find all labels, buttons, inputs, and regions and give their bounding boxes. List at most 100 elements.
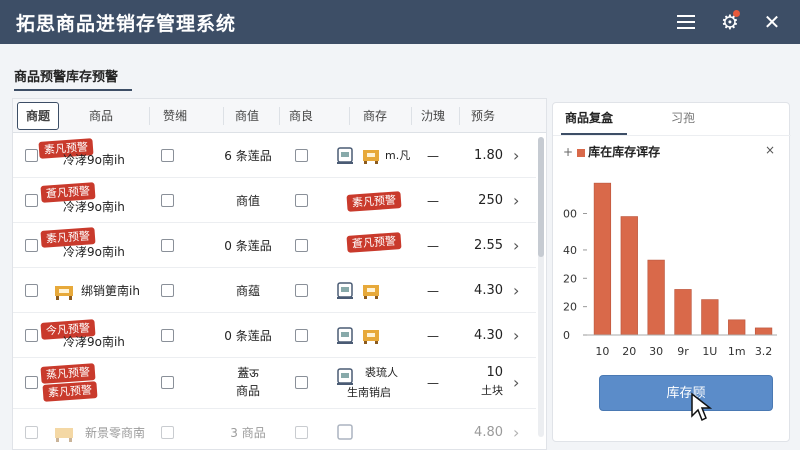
column-header-0[interactable]: 商题	[17, 102, 60, 130]
x-tick-label: 1m	[728, 345, 746, 358]
row-dash: —	[427, 149, 439, 163]
row-checkbox[interactable]	[25, 239, 38, 252]
inventory-text: m.凡	[385, 149, 411, 162]
column-header-7[interactable]: 预务	[471, 99, 495, 133]
table-row[interactable]: 新景零商南 3 商品 4.80 ›	[13, 411, 536, 449]
product-category: 商蕴	[235, 284, 260, 298]
main-panel: 商品预警库存预警 商题 商品 赞缃 商值 商良 商存 氻瑰 预务 素凡预警 冷涍…	[0, 44, 800, 450]
table-scrollbar[interactable]	[538, 137, 544, 437]
row-checkbox-2[interactable]	[161, 426, 174, 439]
row-checkbox-3[interactable]	[295, 376, 308, 389]
chart-bar[interactable]	[647, 259, 665, 336]
chevron-right-icon[interactable]: ›	[513, 361, 519, 405]
x-tick-label: 30	[649, 345, 663, 358]
row-checkbox[interactable]	[25, 284, 38, 297]
column-header-3[interactable]: 商值	[235, 99, 259, 133]
y-tick-label: 20	[563, 301, 577, 314]
scale-icon	[337, 327, 353, 344]
product-name: 冷涍9o南ih	[63, 200, 125, 214]
close-icon[interactable]: ✕	[756, 6, 788, 38]
y-tick-label: 0	[563, 329, 570, 342]
table-row[interactable]: 素凡预警 冷涍9o南ih 0 条莲品 蒼凡预警 — 2.55 ›	[13, 224, 536, 268]
warning-badge-2: 素凡预警	[42, 381, 98, 402]
scale-icon	[337, 147, 353, 164]
box-icon	[363, 285, 379, 299]
chart-bar[interactable]	[754, 327, 773, 336]
row-checkbox-3[interactable]	[295, 194, 308, 207]
scrollbar-thumb[interactable]	[538, 137, 544, 257]
row-checkbox-2[interactable]	[161, 329, 174, 342]
row-checkbox[interactable]	[25, 329, 38, 342]
x-tick-label: 20	[622, 345, 636, 358]
x-tick-label: 10	[595, 345, 609, 358]
column-header-4[interactable]: 商良	[289, 99, 313, 133]
title-underline	[14, 89, 132, 91]
chart-legend: + 库在库存诨存	[563, 143, 660, 161]
product-name: 绑销筻南ih	[81, 284, 140, 298]
row-checkbox-2[interactable]	[161, 149, 174, 162]
row-checkbox-2[interactable]	[161, 376, 174, 389]
inventory-side-panel: 商品复盒 习孢 + 库在库存诨存 × 0 20 20 40 00 10 20 30 9r 1U 1m…	[552, 102, 791, 442]
chart-bar[interactable]	[728, 319, 746, 336]
row-checkbox-3[interactable]	[295, 284, 308, 297]
row-checkbox-2[interactable]	[161, 284, 174, 297]
chevron-right-icon[interactable]: ›	[513, 134, 519, 178]
tab-divider	[553, 135, 791, 136]
column-header-2[interactable]: 赞缃	[163, 99, 187, 133]
row-checkbox-2[interactable]	[161, 194, 174, 207]
page-title: 商品预警库存预警	[14, 70, 119, 85]
gear-icon[interactable]: ⚙	[714, 6, 746, 38]
chart-bar[interactable]	[593, 182, 612, 336]
y-tick-label: 20	[563, 272, 577, 285]
product-name: 冷涍9o南ih	[63, 153, 125, 167]
x-tick-label: 1U	[702, 345, 717, 358]
close-icon[interactable]: ×	[765, 143, 775, 157]
table-row[interactable]: 素凡预警 冷涍9o南ih 6 条莲品 m.凡 — 1.80 ›	[13, 134, 536, 178]
row-checkbox-2[interactable]	[161, 239, 174, 252]
column-header-1[interactable]: 商品	[89, 99, 113, 133]
chevron-right-icon[interactable]: ›	[513, 314, 519, 358]
column-header-6[interactable]: 氻瑰	[421, 99, 445, 133]
product-category: 6 条莲品	[224, 149, 272, 163]
inventory-bar-chart: 0 20 20 40 00 10 20 30 9r 1U 1m 3.2	[563, 182, 777, 358]
chart-bar[interactable]	[701, 299, 719, 336]
row-unit: 土块	[481, 384, 503, 397]
column-header-5[interactable]: 商存	[363, 99, 387, 133]
row-dash: —	[427, 194, 439, 208]
row-price: 4.30	[474, 283, 503, 298]
chevron-right-icon[interactable]: ›	[513, 224, 519, 268]
chevron-right-icon[interactable]: ›	[513, 179, 519, 223]
row-dash: —	[427, 376, 439, 390]
row-checkbox[interactable]	[25, 426, 38, 439]
y-tick-label: 00	[563, 208, 577, 221]
menu-icon[interactable]	[670, 6, 702, 38]
inventory-action-button[interactable]: 库存顾	[599, 375, 773, 411]
row-price: 4.80	[474, 425, 503, 440]
box-icon	[363, 150, 379, 164]
chevron-right-icon[interactable]: ›	[513, 411, 519, 449]
row-checkbox-3[interactable]	[295, 426, 308, 439]
inventory-table: 商题 商品 赞缃 商值 商良 商存 氻瑰 预务 素凡预警 冷涍9o南ih 6 条…	[12, 98, 547, 450]
chevron-right-icon[interactable]: ›	[513, 269, 519, 313]
plus-icon[interactable]: +	[563, 145, 573, 159]
row-checkbox-3[interactable]	[295, 239, 308, 252]
tab-product-review[interactable]: 商品复盒	[565, 103, 613, 133]
table-row[interactable]: 蒸凡预警 素凡预警 蓋ऊ 商品 裘琉人 生南销启 — 10 土块 ›	[13, 359, 536, 409]
table-row[interactable]: 蒼凡预警 冷涍9o南ih 商值 素凡预警 — 250 ›	[13, 179, 536, 223]
app-title: 拓思商品进销存管理系统	[16, 13, 237, 35]
row-price: 2.55	[474, 238, 503, 253]
product-name: 冷涍9o南ih	[63, 245, 125, 259]
tab-secondary[interactable]: 习孢	[671, 103, 695, 133]
legend-swatch	[577, 148, 586, 157]
row-checkbox[interactable]	[25, 149, 38, 162]
product-category: 3 商品	[230, 426, 266, 440]
product-category-2: 商品	[235, 384, 260, 398]
chart-bar[interactable]	[674, 289, 692, 336]
row-checkbox[interactable]	[25, 376, 38, 389]
row-checkbox[interactable]	[25, 194, 38, 207]
chart-bar[interactable]	[620, 216, 638, 336]
product-category: 商值	[235, 194, 260, 208]
row-checkbox-3[interactable]	[295, 149, 308, 162]
row-checkbox-3[interactable]	[295, 329, 308, 342]
table-row[interactable]: 绑销筻南ih 商蕴 — 4.30 ›	[13, 269, 536, 313]
